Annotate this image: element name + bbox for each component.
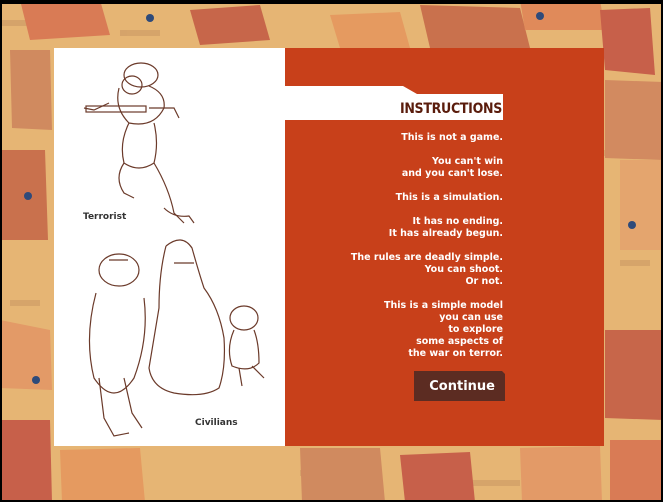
instruction-paragraph: This is a simple model you can use to ex… <box>273 300 503 360</box>
instruction-paragraph: It has no ending. It has already begun. <box>273 216 503 240</box>
instructions-text: This is not a game. You can't win and yo… <box>273 132 503 372</box>
instruction-line: the war on terror. <box>408 348 503 359</box>
instruction-line: some aspects of <box>416 336 503 347</box>
instruction-line: Or not. <box>465 276 503 287</box>
continue-button-label: Continue <box>429 379 495 394</box>
instruction-line: The rules are deadly simple. <box>350 252 503 263</box>
terrorist-label: Terrorist <box>83 212 127 222</box>
page-title: INSTRUCTIONS <box>399 101 502 117</box>
instruction-line: and you can't lose. <box>401 168 503 179</box>
sketch-illustrations <box>83 62 265 437</box>
instruction-line: This is not a game. <box>401 132 503 143</box>
civilians-label: Civilians <box>195 418 238 428</box>
instruction-line: You can shoot. <box>424 264 503 275</box>
instruction-line: This is a simple model <box>384 300 503 311</box>
instruction-line: It has no ending. <box>412 216 503 227</box>
instruction-paragraph: This is not a game. <box>273 132 503 144</box>
terrorist-sketch <box>83 62 195 224</box>
instruction-paragraph: This is a simulation. <box>273 192 503 204</box>
instruction-paragraph: The rules are deadly simple. You can sho… <box>273 252 503 288</box>
instruction-line: you can use <box>439 312 503 323</box>
instruction-line: You can't win <box>432 156 503 167</box>
game-screen: Terrorist Civilians INSTRUCTIONS This is… <box>0 0 663 502</box>
instruction-paragraph: You can't win and you can't lose. <box>273 156 503 180</box>
continue-button[interactable]: Continue <box>414 371 505 401</box>
civilians-sketch <box>88 239 265 437</box>
instruction-line: This is a simulation. <box>395 192 503 203</box>
instruction-line: It has already begun. <box>388 228 503 239</box>
instruction-line: to explore <box>448 324 503 335</box>
